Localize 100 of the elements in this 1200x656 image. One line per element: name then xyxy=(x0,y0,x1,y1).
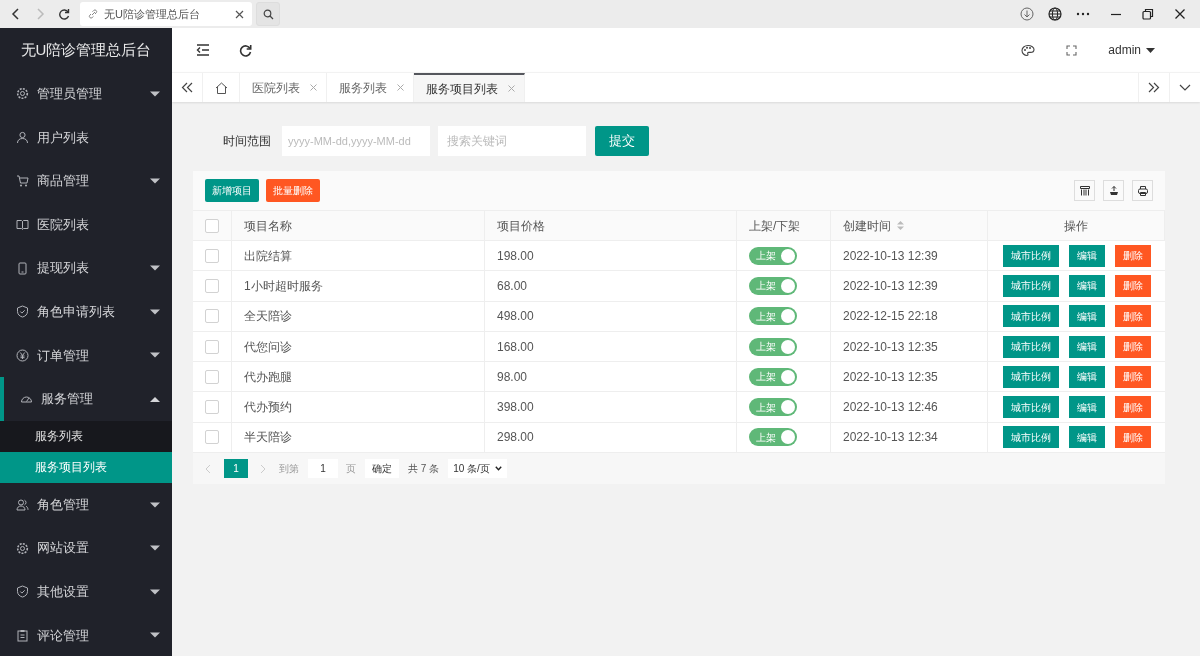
row-checkbox[interactable] xyxy=(205,400,219,415)
status-switch[interactable]: 上架 xyxy=(749,428,797,447)
nav-item[interactable]: 商品管理 xyxy=(0,159,172,203)
table-cell-text: 2022-10-13 12:35 xyxy=(843,368,938,386)
batch-delete-button[interactable]: 批量删除 xyxy=(266,179,320,202)
browser-tab[interactable]: 无U陪诊管理总后台 xyxy=(80,2,252,26)
search-button[interactable] xyxy=(256,2,280,26)
action-button[interactable]: 编辑 xyxy=(1068,365,1105,388)
page-tab[interactable]: 服务项目列表 xyxy=(414,73,525,102)
delete-button[interactable]: 删除 xyxy=(1114,426,1151,449)
link-icon xyxy=(88,9,98,19)
nav-item[interactable]: 角色申请列表 xyxy=(0,289,172,334)
page-button[interactable]: 1 xyxy=(224,459,248,479)
delete-button[interactable]: 删除 xyxy=(1114,305,1151,328)
column-header: 项目名称 xyxy=(244,217,292,235)
nav-subitem[interactable]: 服务列表 xyxy=(0,420,172,452)
delete-button[interactable]: 删除 xyxy=(1114,244,1151,267)
table-cell-text: 2022-10-13 12:46 xyxy=(843,399,938,417)
action-button[interactable]: 编辑 xyxy=(1068,335,1105,358)
nav-item[interactable]: 医院列表 xyxy=(0,202,172,247)
action-button[interactable]: 城市比例 xyxy=(1002,426,1059,449)
action-button[interactable]: 城市比例 xyxy=(1002,335,1059,358)
delete-button[interactable]: 删除 xyxy=(1114,335,1151,358)
row-checkbox[interactable] xyxy=(205,309,219,324)
page-unit-label: 页 xyxy=(346,462,356,477)
close-icon[interactable] xyxy=(235,9,244,19)
row-checkbox[interactable] xyxy=(205,339,219,354)
submit-button[interactable]: 提交 xyxy=(595,125,649,156)
row-checkbox[interactable] xyxy=(205,248,219,263)
row-checkbox[interactable] xyxy=(205,430,219,445)
action-button[interactable]: 城市比例 xyxy=(1002,244,1059,267)
palette-icon[interactable] xyxy=(1021,43,1036,57)
nav-item[interactable]: 角色管理 xyxy=(0,482,172,527)
export-button[interactable] xyxy=(1103,180,1124,201)
table-cell-text: 1小时超时服务 xyxy=(244,277,323,295)
table-cell-text: 2022-12-15 22:18 xyxy=(843,308,938,326)
back-icon[interactable] xyxy=(11,7,21,21)
print-button[interactable] xyxy=(1132,180,1153,201)
refresh-icon[interactable] xyxy=(239,43,252,57)
add-button[interactable]: 新增项目 xyxy=(205,179,259,202)
action-button[interactable]: 城市比例 xyxy=(1002,396,1059,419)
status-switch[interactable]: 上架 xyxy=(749,246,797,265)
select-all-checkbox[interactable] xyxy=(205,218,219,233)
delete-button[interactable]: 删除 xyxy=(1114,365,1151,388)
confirm-button[interactable]: 确定 xyxy=(365,459,399,479)
action-button[interactable]: 城市比例 xyxy=(1002,305,1059,328)
table-cell-text: 代办预约 xyxy=(244,399,292,417)
action-button[interactable]: 编辑 xyxy=(1068,396,1105,419)
action-button[interactable]: 编辑 xyxy=(1068,305,1105,328)
nav-item[interactable]: 其他设置 xyxy=(0,569,172,614)
chevrons-left-icon xyxy=(181,82,193,93)
nav-item[interactable]: 评论管理 xyxy=(0,613,172,656)
table-cell-text: 168.00 xyxy=(497,338,534,356)
phone-icon xyxy=(16,261,29,275)
close-icon[interactable] xyxy=(1174,8,1186,20)
action-button[interactable]: 城市比例 xyxy=(1002,274,1059,297)
keyword-field[interactable]: 搜索关键词 xyxy=(438,125,586,156)
user-menu[interactable]: admin xyxy=(1108,41,1155,59)
close-icon xyxy=(310,84,317,91)
status-switch[interactable]: 上架 xyxy=(749,398,797,417)
status-switch[interactable]: 上架 xyxy=(749,367,797,386)
page-tab[interactable]: 医院列表 xyxy=(240,73,327,102)
nav-item[interactable]: 网站设置 xyxy=(0,526,172,570)
delete-button[interactable]: 删除 xyxy=(1114,274,1151,297)
page-number-field[interactable]: 1 xyxy=(308,459,338,479)
page-size-select[interactable]: 10 条/页 xyxy=(448,459,507,479)
nav-item[interactable]: 提现列表 xyxy=(0,246,172,290)
fullscreen-icon[interactable] xyxy=(1066,44,1078,56)
action-button[interactable]: 编辑 xyxy=(1068,426,1105,449)
action-button[interactable]: 编辑 xyxy=(1068,274,1105,297)
sort-icon xyxy=(897,221,904,230)
nav-subitem[interactable]: 服务项目列表 xyxy=(0,451,172,483)
row-checkbox[interactable] xyxy=(205,369,219,384)
total-count: 共 7 条 xyxy=(408,462,440,477)
status-switch[interactable]: 上架 xyxy=(749,276,797,295)
menu-fold-icon[interactable] xyxy=(196,44,210,56)
row-checkbox[interactable] xyxy=(205,278,219,293)
gear-icon xyxy=(16,87,29,101)
column-filter-button[interactable] xyxy=(1074,180,1095,201)
status-switch[interactable]: 上架 xyxy=(749,307,797,326)
restore-icon[interactable] xyxy=(1142,8,1154,20)
reload-icon[interactable] xyxy=(58,8,70,20)
action-button[interactable]: 城市比例 xyxy=(1002,365,1059,388)
nav-item[interactable]: 订单管理 xyxy=(0,333,172,378)
close-icon xyxy=(397,84,404,91)
shield-icon xyxy=(16,585,29,599)
caret-icon xyxy=(1146,47,1155,53)
table-cell-text: 代办跑腿 xyxy=(244,368,292,386)
date-range-field[interactable]: yyyy-MM-dd,yyyy-MM-dd xyxy=(282,125,430,156)
tab-title: 无U陪诊管理总后台 xyxy=(104,6,201,22)
nav-item[interactable]: 用户列表 xyxy=(0,115,172,160)
status-switch[interactable]: 上架 xyxy=(749,337,797,356)
chevrons-right-icon xyxy=(1148,82,1160,93)
delete-button[interactable]: 删除 xyxy=(1114,396,1151,419)
column-header: 上架/下架 xyxy=(749,217,801,235)
shield-icon xyxy=(16,305,29,319)
nav-item[interactable]: 管理员管理 xyxy=(0,72,172,116)
globe-icon[interactable] xyxy=(1048,7,1062,21)
action-button[interactable]: 编辑 xyxy=(1068,244,1105,267)
download-icon[interactable] xyxy=(1020,7,1034,21)
